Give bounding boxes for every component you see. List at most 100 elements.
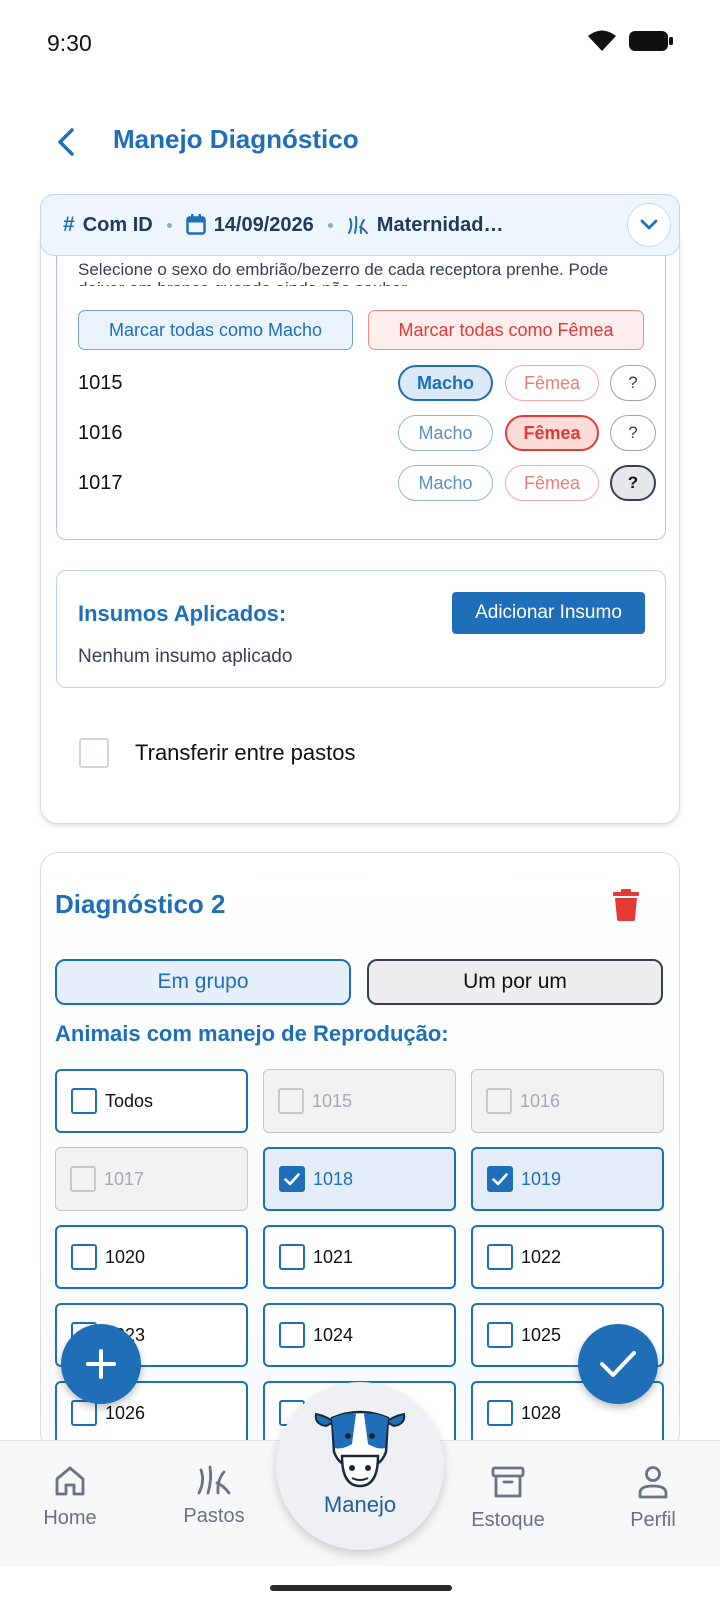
checkbox-box [71,1400,97,1426]
filter-id-mode[interactable]: # Com ID [63,213,153,237]
cow-icon [314,1410,406,1488]
wifi-icon [588,30,616,51]
trash-icon[interactable] [613,889,639,921]
male-pill[interactable]: Macho [398,365,493,401]
animal-label: 1024 [313,1324,354,1345]
animal-label: 1019 [521,1168,562,1189]
checkbox-box [279,1166,305,1192]
diagnostico-1-card: Selecione o sexo do embrião/bezerro de c… [40,230,680,824]
sex-hint-text: Selecione o sexo do embrião/bezerro de c… [78,260,609,286]
animal-checkbox[interactable]: 1022 [471,1225,664,1289]
animal-label: 1020 [105,1246,146,1267]
nav-pastos-label: Pastos [183,1505,245,1527]
sex-row: 1015 Macho Fêmea ? [78,364,656,404]
back-button[interactable] [44,120,88,164]
mode-single-button[interactable]: Um por um [367,959,663,1005]
transfer-label: Transferir entre pastos [135,740,356,765]
filter-expand-button[interactable] [627,203,671,247]
checkbox-box [487,1166,513,1192]
nav-pastos[interactable]: Pastos [159,1465,269,1528]
filter-pasture[interactable]: Maternidad… [347,213,504,237]
checkbox-box [487,1322,513,1348]
checkbox-box [279,1322,305,1348]
nav-home-label: Home [43,1507,97,1529]
animal-checkbox: 1015 [263,1069,456,1133]
animal-checkbox: 1016 [471,1069,664,1133]
insumos-empty-text: Nenhum insumo aplicado [78,646,293,667]
male-pill[interactable]: Macho [398,465,493,501]
animal-id: 1016 [78,422,123,444]
sex-row: 1017 Macho Fêmea ? [78,464,656,504]
sex-row: 1016 Macho Fêmea ? [78,414,656,454]
filter-date-label: 14/09/2026 [213,213,314,236]
filter-date[interactable]: 14/09/2026 [185,213,314,237]
nav-manejo[interactable]: Manejo [276,1382,444,1550]
grass-icon [347,216,368,234]
checkbox-box [487,1400,513,1426]
animal-label: Todos [105,1090,154,1111]
transfer-row: Transferir entre pastos [79,738,356,768]
nav-estoque[interactable]: Estoque [453,1465,563,1532]
animal-checkbox: 1017 [55,1147,248,1211]
checkbox-box [487,1244,513,1270]
animal-id: 1015 [78,372,123,394]
checkbox-box [278,1088,304,1114]
sex-selection-box: Selecione o sexo do embrião/bezerro de c… [56,230,666,540]
nav-home[interactable]: Home [15,1465,125,1530]
animal-label: 1015 [312,1090,353,1111]
female-pill[interactable]: Fêmea [505,465,599,501]
select-all-checkbox[interactable]: Todos [55,1069,248,1133]
nav-manejo-label: Manejo [323,1492,397,1517]
filter-pasture-label: Maternidad… [376,213,504,236]
animal-label: 1028 [521,1402,562,1423]
grass-icon [197,1465,231,1495]
animal-label: 1016 [520,1090,561,1111]
female-pill[interactable]: Fêmea [505,415,599,451]
plus-icon [86,1349,116,1379]
separator-dot [327,222,333,228]
animal-checkbox[interactable]: 1019 [471,1147,664,1211]
male-pill[interactable]: Macho [398,415,493,451]
status-bar: 9:30 [0,0,720,88]
animal-checkbox[interactable]: 1024 [263,1303,456,1367]
unknown-pill[interactable]: ? [610,415,656,451]
animal-label: 1021 [313,1246,354,1267]
chevron-down-icon [640,219,658,230]
animal-label: 1017 [104,1168,145,1189]
check-icon [284,1172,300,1185]
animal-label: 1018 [313,1168,354,1189]
filter-id-mode-label: Com ID [82,213,153,236]
home-indicator [270,1585,452,1591]
app-bar: Manejo Diagnóstico [0,104,720,176]
checkbox-box [71,1244,97,1270]
add-insumo-button[interactable]: Adicionar Insumo [452,592,645,634]
nav-estoque-label: Estoque [471,1509,545,1531]
filter-bar: # Com ID 14/09/2026 Maternidad… [40,194,680,256]
animal-label: 1025 [521,1324,562,1345]
home-icon [55,1466,85,1496]
person-icon [638,1466,668,1499]
checkbox-box [279,1244,305,1270]
unknown-pill[interactable]: ? [610,365,656,401]
mode-group-button[interactable]: Em grupo [55,959,351,1005]
animal-label: 1022 [521,1246,562,1267]
nav-perfil[interactable]: Perfil [598,1465,708,1532]
transfer-checkbox[interactable] [79,738,109,768]
unknown-pill[interactable]: ? [610,465,656,501]
animal-checkbox[interactable]: 1020 [55,1225,248,1289]
status-time: 9:30 [47,30,92,56]
nav-perfil-label: Perfil [630,1509,676,1531]
animal-checkbox[interactable]: 1021 [263,1225,456,1289]
animal-label: 1026 [105,1402,146,1423]
page-title: Manejo Diagnóstico [113,124,359,154]
confirm-fab[interactable] [578,1324,658,1404]
chevron-left-icon [58,128,74,156]
animal-checkbox[interactable]: 1018 [263,1147,456,1211]
animals-section-title: Animais com manejo de Reprodução: [55,1021,449,1046]
mark-all-male-button[interactable]: Marcar todas como Macho [78,310,353,350]
female-pill[interactable]: Fêmea [505,365,599,401]
card-title: Diagnóstico 2 [55,889,226,919]
mark-all-female-button[interactable]: Marcar todas como Fêmea [368,310,644,350]
check-icon [492,1172,508,1185]
add-fab[interactable] [61,1324,141,1404]
